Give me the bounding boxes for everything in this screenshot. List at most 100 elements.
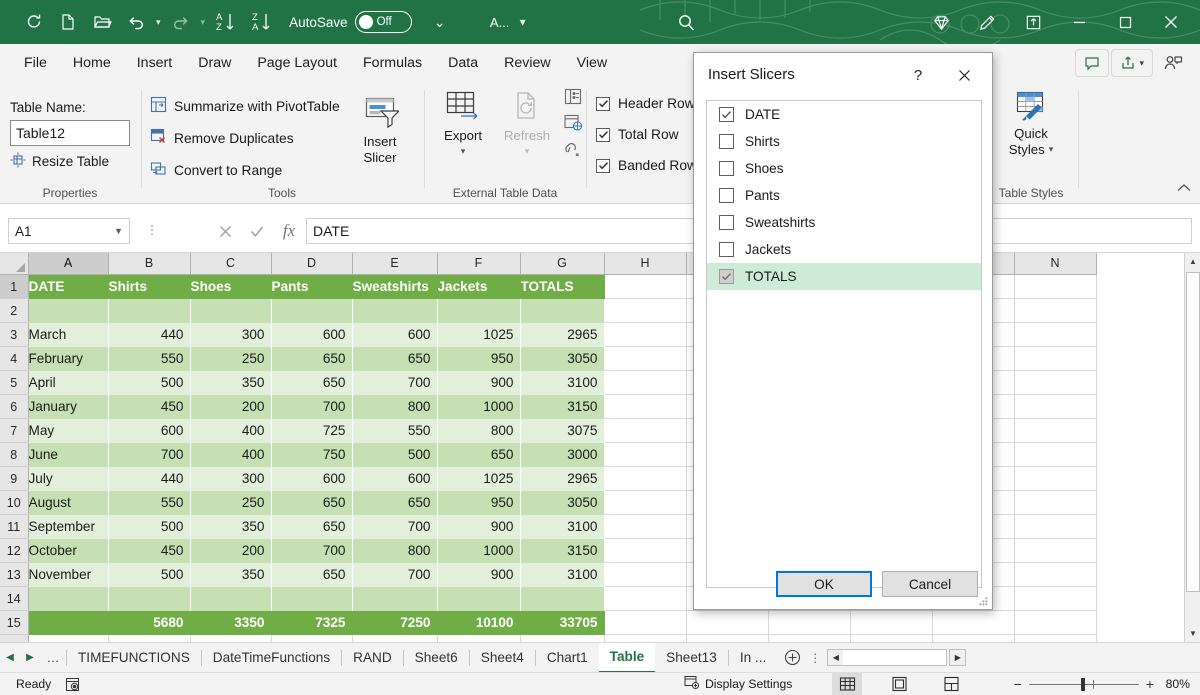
cell-i16[interactable] [686, 635, 768, 643]
banded-row-checkbox[interactable] [596, 159, 610, 173]
column-header-n[interactable]: N [1014, 253, 1096, 275]
cell-b2[interactable] [108, 299, 190, 323]
cell-c7[interactable]: 400 [190, 419, 271, 443]
ribbon-tab-insert[interactable]: Insert [125, 49, 184, 77]
sheet-overflow-icon[interactable]: … [40, 644, 66, 672]
row-header-5[interactable]: 5 [0, 371, 28, 395]
hscroll-left-arrow-icon[interactable]: ◀ [828, 650, 843, 665]
cell-n11[interactable] [1014, 515, 1096, 539]
cell-n7[interactable] [1014, 419, 1096, 443]
slicer-field-shoes-checkbox[interactable] [719, 161, 734, 176]
sheet-tab-chart1[interactable]: Chart1 [536, 643, 599, 673]
formula-bar-drag-handle[interactable]: ⋮ [146, 223, 158, 237]
cell-b9[interactable]: 440 [108, 467, 190, 491]
cell-e4[interactable]: 650 [352, 347, 437, 371]
banded-row-option[interactable]: Banded Row [596, 158, 697, 173]
cell-c11[interactable]: 350 [190, 515, 271, 539]
sheet-tab-sheet4[interactable]: Sheet4 [470, 643, 535, 673]
header-row-option[interactable]: Header Row [596, 96, 695, 111]
font-menu-button[interactable]: A... [484, 7, 516, 37]
cell-h2[interactable] [604, 299, 686, 323]
cell-c1[interactable]: Shoes [190, 275, 271, 299]
cell-m16[interactable] [932, 635, 1014, 643]
previous-sheet-arrow-icon[interactable]: ◀ [0, 644, 20, 672]
ribbon-tab-review[interactable]: Review [492, 49, 563, 77]
cell-g4[interactable]: 3050 [520, 347, 604, 371]
column-header-b[interactable]: B [108, 253, 190, 275]
cell-n15[interactable] [1014, 611, 1096, 635]
sheet-tab-timefunctions[interactable]: TIMEFUNCTIONS [67, 643, 201, 673]
ribbon-tab-data[interactable]: Data [436, 49, 490, 77]
column-header-c[interactable]: C [190, 253, 271, 275]
quick-styles-button[interactable]: Quick Styles ▾ [995, 90, 1067, 157]
cell-a3[interactable]: March [28, 323, 108, 347]
cell-a7[interactable]: May [28, 419, 108, 443]
row-header-2[interactable]: 2 [0, 299, 28, 323]
record-macro-icon[interactable] [65, 677, 80, 692]
cell-n6[interactable] [1014, 395, 1096, 419]
cell-a2[interactable] [28, 299, 108, 323]
new-file-icon[interactable] [52, 7, 84, 37]
font-menu-caret-icon[interactable]: ▾ [518, 15, 528, 29]
row-header-13[interactable]: 13 [0, 563, 28, 587]
horizontal-scrollbar[interactable]: ◀ [827, 649, 947, 666]
cell-n12[interactable] [1014, 539, 1096, 563]
cell-f16[interactable] [437, 635, 520, 643]
cell-c14[interactable] [190, 587, 271, 611]
cell-a8[interactable]: June [28, 443, 108, 467]
slicer-field-list[interactable]: DATE Shirts Shoes Pants Sweatshirts Jack… [706, 100, 982, 588]
cell-f5[interactable]: 900 [437, 371, 520, 395]
cell-h7[interactable] [604, 419, 686, 443]
cell-c16[interactable] [190, 635, 271, 643]
cell-d2[interactable] [271, 299, 352, 323]
slicer-field-shoes[interactable]: Shoes [707, 155, 981, 182]
normal-view-icon[interactable] [832, 673, 862, 695]
maximize-button[interactable] [1102, 0, 1148, 44]
column-header-h[interactable]: H [604, 253, 686, 275]
cell-e2[interactable] [352, 299, 437, 323]
ribbon-tab-home[interactable]: Home [61, 49, 123, 77]
slicer-field-shirts[interactable]: Shirts [707, 128, 981, 155]
vertical-scroll-thumb[interactable] [1186, 272, 1200, 592]
cell-c12[interactable]: 200 [190, 539, 271, 563]
cell-h11[interactable] [604, 515, 686, 539]
close-button[interactable] [1148, 0, 1194, 44]
cell-f14[interactable] [437, 587, 520, 611]
export-caret-icon[interactable]: ▾ [461, 144, 466, 159]
slicer-field-jackets[interactable]: Jackets [707, 236, 981, 263]
undo-dropdown-caret-icon[interactable]: ▾ [154, 17, 163, 28]
cell-g9[interactable]: 2965 [520, 467, 604, 491]
cell-h10[interactable] [604, 491, 686, 515]
sheet-bar-drag-handle[interactable]: ⋮ [807, 644, 823, 672]
cell-d11[interactable]: 650 [271, 515, 352, 539]
zoom-slider-thumb[interactable] [1081, 678, 1085, 691]
table-name-input[interactable] [10, 120, 130, 146]
search-icon[interactable] [670, 7, 702, 37]
cell-h12[interactable] [604, 539, 686, 563]
zoom-slider[interactable] [1029, 684, 1139, 685]
share-button[interactable]: ▾ [1111, 49, 1153, 77]
header-row-checkbox[interactable] [596, 97, 610, 111]
cell-h8[interactable] [604, 443, 686, 467]
row-header-8[interactable]: 8 [0, 443, 28, 467]
summarize-with-pivottable-button[interactable]: Summarize with PivotTable [150, 96, 340, 116]
add-sheet-icon[interactable] [777, 644, 807, 672]
cell-k15[interactable] [850, 611, 932, 635]
remove-duplicates-button[interactable]: Remove Duplicates [150, 128, 294, 148]
cell-e14[interactable] [352, 587, 437, 611]
share-person-icon[interactable] [1155, 49, 1192, 77]
slicer-field-date-checkbox[interactable] [719, 107, 734, 122]
cell-i15[interactable] [686, 611, 768, 635]
cell-n16[interactable] [1014, 635, 1096, 643]
row-header-1[interactable]: 1 [0, 275, 28, 299]
column-header-g[interactable]: G [520, 253, 604, 275]
cell-e9[interactable]: 600 [352, 467, 437, 491]
cell-f3[interactable]: 1025 [437, 323, 520, 347]
column-header-d[interactable]: D [271, 253, 352, 275]
scroll-down-arrow-icon[interactable]: ▼ [1185, 625, 1200, 642]
cell-a1[interactable]: DATE [28, 275, 108, 299]
cell-g1[interactable]: TOTALS [520, 275, 604, 299]
sheet-tab-sheet6[interactable]: Sheet6 [404, 643, 469, 673]
slicer-field-shirts-checkbox[interactable] [719, 134, 734, 149]
cell-h5[interactable] [604, 371, 686, 395]
